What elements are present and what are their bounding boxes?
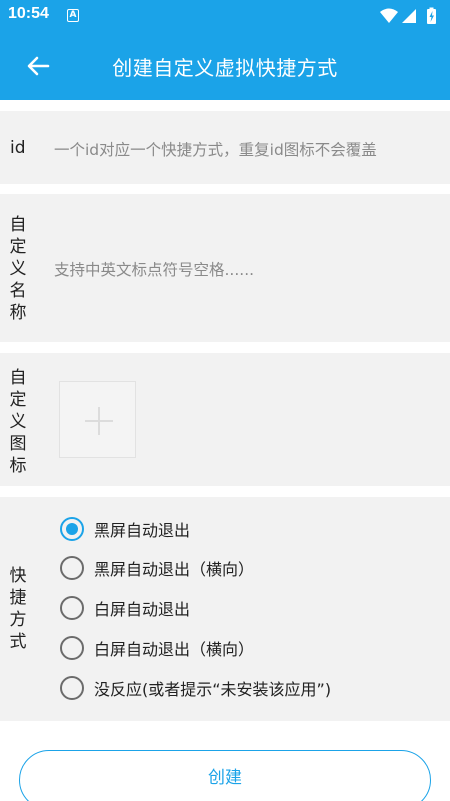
radio-button[interactable]	[60, 517, 84, 541]
page-title: 创建自定义虚拟快捷方式	[112, 56, 338, 80]
name-label-char: 名	[9, 281, 27, 301]
name-label-char: 定	[9, 237, 27, 257]
status-bar: 10:54 A	[0, 0, 450, 32]
wifi-icon	[380, 8, 398, 23]
notification-icon: A	[67, 9, 79, 22]
name-label-char: 自	[9, 215, 27, 235]
name-label-char: 称	[9, 303, 27, 323]
radio-option-black-screen[interactable]: 黑屏自动退出	[60, 515, 190, 543]
radio-option-label: 黑屏自动退出（横向）	[94, 560, 255, 579]
shortcut-label-char: 方	[9, 610, 27, 630]
icon-label-char: 定	[9, 390, 27, 410]
radio-option-white-screen-landscape[interactable]: 白屏自动退出（横向）	[60, 634, 254, 662]
battery-charging-icon	[427, 7, 436, 24]
name-input[interactable]: 支持中英文标点符号空格......	[54, 258, 254, 280]
shortcut-type-card: 快 捷 方 式 黑屏自动退出 黑屏自动退出（横向） 白屏自动退出 白屏自动退出（…	[0, 497, 450, 721]
id-label: id	[10, 138, 26, 158]
shortcut-type-label: 快 捷 方 式	[0, 565, 36, 653]
icon-label-char: 义	[9, 412, 27, 432]
shortcut-label-char: 式	[9, 632, 27, 652]
signal-icon	[402, 9, 416, 23]
name-field-card: 自 定 义 名 称 支持中英文标点符号空格......	[0, 194, 450, 342]
radio-option-label: 没反应(或者提示“未安装该应用”)	[94, 680, 332, 699]
icon-label-char: 自	[9, 368, 27, 388]
icon-label: 自 定 义 图 标	[0, 367, 36, 477]
plus-icon-vertical	[98, 407, 100, 435]
app-bar: 创建自定义虚拟快捷方式	[0, 32, 450, 100]
shortcut-label-char: 快	[9, 566, 27, 586]
radio-option-no-response[interactable]: 没反应(或者提示“未安装该应用”)	[60, 674, 331, 702]
add-icon-button[interactable]	[59, 381, 136, 458]
name-label-char: 义	[9, 259, 27, 279]
radio-option-label: 白屏自动退出	[94, 600, 191, 619]
radio-option-label: 白屏自动退出（横向）	[94, 640, 255, 659]
status-time: 10:54	[8, 5, 49, 22]
radio-option-label: 黑屏自动退出	[94, 521, 191, 540]
icon-field-card: 自 定 义 图 标	[0, 353, 450, 486]
id-field-card: id 一个id对应一个快捷方式，重复id图标不会覆盖	[0, 111, 450, 184]
radio-button[interactable]	[60, 596, 84, 620]
icon-label-char: 图	[9, 434, 27, 454]
icon-label-char: 标	[9, 456, 27, 476]
radio-option-black-screen-landscape[interactable]: 黑屏自动退出（横向）	[60, 554, 254, 582]
name-label: 自 定 义 名 称	[0, 214, 36, 324]
radio-button[interactable]	[60, 556, 84, 580]
radio-option-white-screen[interactable]: 白屏自动退出	[60, 594, 190, 622]
create-button[interactable]: 创建	[19, 750, 431, 801]
radio-button[interactable]	[60, 676, 84, 700]
id-input[interactable]: 一个id对应一个快捷方式，重复id图标不会覆盖	[54, 138, 377, 160]
system-icons	[380, 7, 436, 24]
radio-button[interactable]	[60, 636, 84, 660]
shortcut-label-char: 捷	[9, 588, 27, 608]
